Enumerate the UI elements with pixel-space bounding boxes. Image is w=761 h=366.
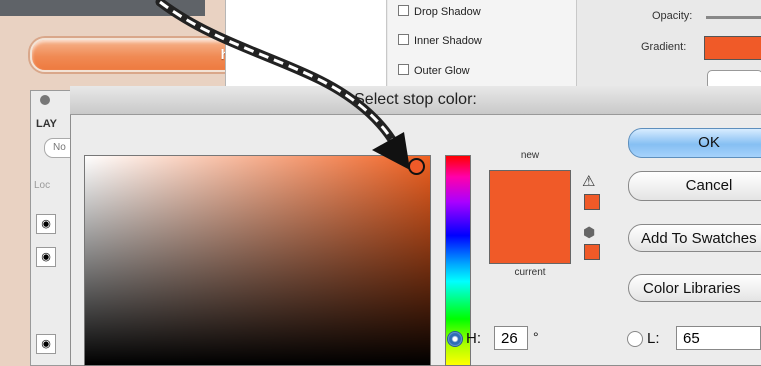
annotation-arrow	[155, 0, 410, 170]
